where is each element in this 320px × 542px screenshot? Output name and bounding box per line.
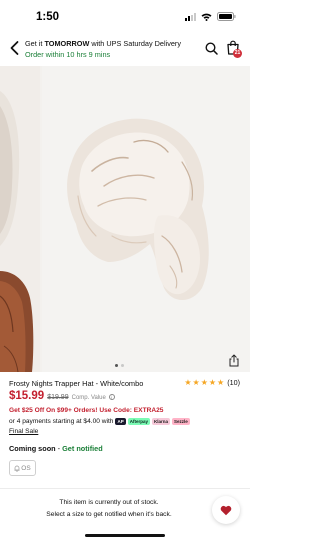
favorite-button[interactable] [212, 496, 240, 524]
price-row: $15.99 $19.99 Comp. Value i [9, 390, 115, 402]
delivery-header: Get it TOMORROW with UPS Saturday Delive… [0, 34, 250, 64]
cart-count-badge: 21 [233, 49, 242, 58]
status-time: 1:50 [36, 11, 60, 23]
comp-value-text: Comp. Value [71, 395, 106, 401]
final-sale-link[interactable]: Final Sale [9, 428, 38, 435]
product-image-gallery[interactable] [0, 66, 250, 372]
get-notified-link[interactable]: Get notified [62, 444, 103, 453]
compare-price: $19.99 [47, 394, 69, 401]
out-of-stock-message: This item is currently out of stock. [59, 499, 159, 506]
footer-divider [0, 488, 250, 489]
availability-status: Coming soon - Get notified [9, 444, 103, 453]
size-option-os[interactable]: OS [9, 460, 36, 476]
home-indicator[interactable] [85, 534, 165, 537]
battery-icon [217, 12, 236, 21]
coming-soon-label: Coming soon [9, 444, 56, 453]
gallery-dot[interactable] [121, 364, 124, 367]
afterpay-logo[interactable]: Afterpay [127, 418, 150, 425]
back-arrow-icon[interactable] [8, 40, 22, 56]
delivery-day: TOMORROW [44, 39, 90, 48]
status-bar: 1:50 [0, 0, 250, 34]
promo-code-banner: Get $25 Off On $99+ Orders! Use Code: EX… [9, 407, 164, 414]
order-within-countdown: Order within 10 hrs 9 mins [25, 50, 111, 59]
product-title: Frosty Nights Trapper Hat - White/combo [9, 379, 144, 388]
previous-product-image[interactable] [0, 66, 40, 372]
installments-text: or 4 payments starting at $4.00 with [9, 418, 114, 425]
comp-value-label[interactable]: Comp. Value i [72, 394, 115, 401]
status-icons [185, 12, 236, 21]
star-icon: ★ [184, 378, 192, 387]
product-rating[interactable]: ★ ★ ★ ★ ★ (10) [184, 378, 240, 387]
delivery-prefix: Get it [25, 39, 45, 48]
wifi-icon [201, 13, 212, 21]
pay-logo-1[interactable]: AP [115, 418, 126, 425]
main-product-image[interactable] [42, 66, 250, 372]
heart-icon [220, 505, 232, 515]
notify-instruction: Select a size to get notified when it's … [46, 511, 172, 518]
gallery-dot[interactable] [115, 364, 118, 367]
sezzle-logo[interactable]: Sezzle [172, 418, 190, 425]
delivery-suffix: with UPS Saturday Delivery [89, 39, 181, 48]
star-icon: ★ [192, 378, 200, 387]
review-count[interactable]: (10) [227, 378, 240, 387]
size-option-label: OS [21, 464, 31, 472]
klarna-logo[interactable]: Klarna [152, 418, 171, 425]
star-icon: ★ [217, 378, 225, 387]
info-icon[interactable]: i [108, 394, 115, 400]
search-icon[interactable] [205, 42, 218, 55]
share-icon[interactable] [228, 354, 240, 367]
star-icon: ★ [208, 378, 217, 387]
installment-payments[interactable]: or 4 payments starting at $4.00 with AP … [9, 418, 190, 425]
delivery-promise: Get it TOMORROW with UPS Saturday Delive… [25, 39, 181, 48]
current-price: $15.99 [9, 390, 45, 402]
gallery-pagination [115, 364, 124, 367]
star-icon: ★ [200, 378, 208, 387]
bell-icon [14, 465, 20, 472]
signal-icon [185, 12, 196, 21]
